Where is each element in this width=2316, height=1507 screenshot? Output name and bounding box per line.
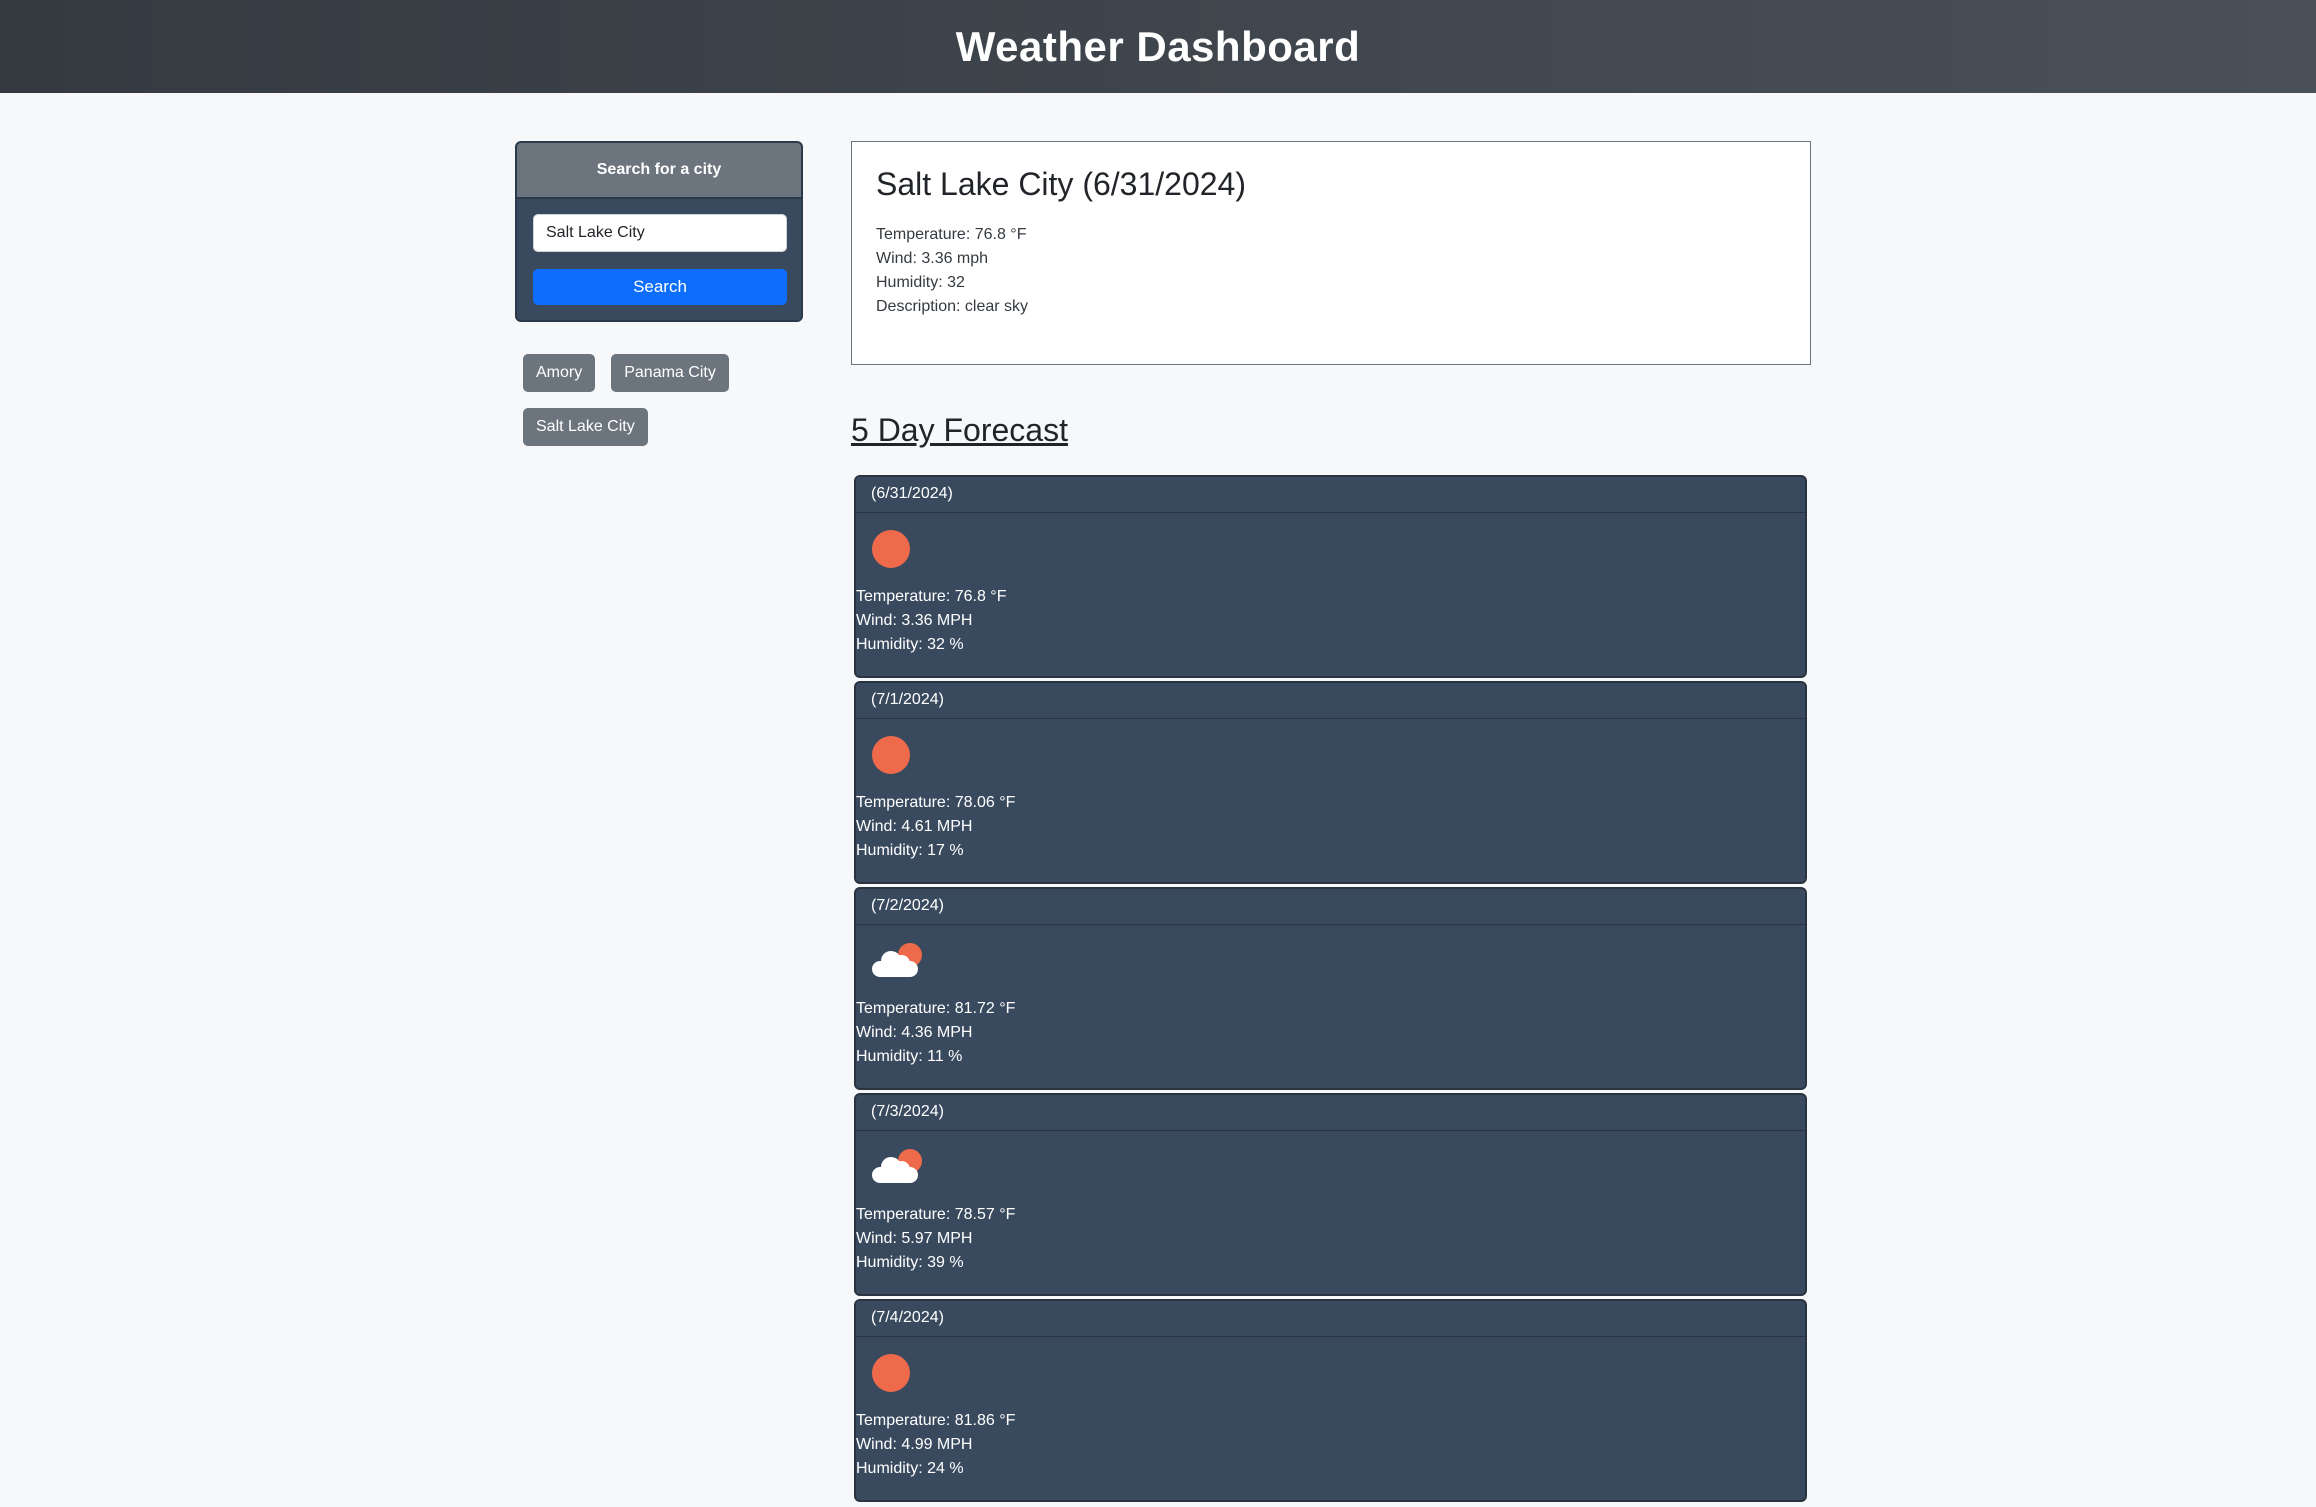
forecast-humidity: Humidity: 32 % xyxy=(856,636,964,653)
search-button[interactable]: Search xyxy=(533,269,787,305)
search-card-title: Search for a city xyxy=(517,143,801,199)
search-history: Amory Panama City Salt Lake City xyxy=(515,354,803,446)
forecast-wind: Wind: 4.36 MPH xyxy=(856,1024,973,1041)
forecast-date: (7/4/2024) xyxy=(856,1301,1805,1337)
forecast-title: 5 Day Forecast xyxy=(851,412,1068,448)
current-wind: Wind: 3.36 mph xyxy=(876,250,989,267)
sun-icon xyxy=(872,530,910,568)
forecast-humidity: Humidity: 24 % xyxy=(856,1460,964,1477)
forecast-date: (7/1/2024) xyxy=(856,683,1805,719)
forecast-day-card: (7/3/2024) Temperature: 78.57 °F Wind: 5… xyxy=(854,1093,1807,1296)
sidebar: Search for a city Search Amory Panama Ci… xyxy=(515,141,803,446)
weather-icon-wrap xyxy=(856,1337,1805,1409)
forecast-wind: Wind: 5.97 MPH xyxy=(856,1230,973,1247)
forecast-day-card: (7/4/2024) Temperature: 81.86 °F Wind: 4… xyxy=(854,1299,1807,1502)
history-city-button[interactable]: Amory xyxy=(523,354,596,392)
weather-icon-wrap xyxy=(856,513,1805,585)
forecast-temperature: Temperature: 78.57 °F xyxy=(856,1206,1016,1223)
forecast-day-card: (7/1/2024) Temperature: 78.06 °F Wind: 4… xyxy=(854,681,1807,884)
current-humidity: Humidity: 32 xyxy=(876,274,965,291)
current-weather-card: Salt Lake City (6/31/2024) Temperature: … xyxy=(851,141,1811,365)
forecast-details: Temperature: 78.57 °F Wind: 5.97 MPH Hum… xyxy=(856,1203,1805,1275)
forecast-wind: Wind: 3.36 MPH xyxy=(856,612,973,629)
forecast-temperature: Temperature: 81.86 °F xyxy=(856,1412,1016,1429)
forecast-wind: Wind: 4.61 MPH xyxy=(856,818,973,835)
forecast-humidity: Humidity: 17 % xyxy=(856,842,964,859)
sun-icon xyxy=(872,1354,910,1392)
forecast-list: (6/31/2024) Temperature: 76.8 °F Wind: 3… xyxy=(854,475,1807,1505)
weather-icon-wrap xyxy=(856,719,1805,791)
search-card: Search for a city Search xyxy=(515,141,803,322)
current-description: Description: clear sky xyxy=(876,298,1029,315)
forecast-temperature: Temperature: 76.8 °F xyxy=(856,588,1007,605)
forecast-temperature: Temperature: 81.72 °F xyxy=(856,1000,1016,1017)
history-city-button[interactable]: Salt Lake City xyxy=(523,408,648,446)
partly-cloudy-icon xyxy=(872,941,922,981)
app-title: Weather Dashboard xyxy=(955,22,1361,70)
forecast-date: (7/2/2024) xyxy=(856,889,1805,925)
forecast-date: (6/31/2024) xyxy=(856,477,1805,513)
forecast-day-card: (7/2/2024) Temperature: 81.72 °F Wind: 4… xyxy=(854,887,1807,1090)
city-search-input[interactable] xyxy=(533,214,787,252)
current-temperature: Temperature: 76.8 °F xyxy=(876,226,1027,243)
app-header: Weather Dashboard xyxy=(0,0,2316,93)
forecast-humidity: Humidity: 11 % xyxy=(856,1048,963,1065)
weather-icon-wrap xyxy=(856,925,1805,997)
partly-cloudy-icon xyxy=(872,1147,922,1187)
forecast-details: Temperature: 81.72 °F Wind: 4.36 MPH Hum… xyxy=(856,997,1805,1069)
forecast-day-card: (6/31/2024) Temperature: 76.8 °F Wind: 3… xyxy=(854,475,1807,678)
history-city-button[interactable]: Panama City xyxy=(611,354,729,392)
forecast-details: Temperature: 78.06 °F Wind: 4.61 MPH Hum… xyxy=(856,791,1805,863)
forecast-details: Temperature: 76.8 °F Wind: 3.36 MPH Humi… xyxy=(856,585,1805,657)
weather-icon-wrap xyxy=(856,1131,1805,1203)
forecast-wind: Wind: 4.99 MPH xyxy=(856,1436,973,1453)
forecast-details: Temperature: 81.86 °F Wind: 4.99 MPH Hum… xyxy=(856,1409,1805,1481)
forecast-temperature: Temperature: 78.06 °F xyxy=(856,794,1016,811)
forecast-humidity: Humidity: 39 % xyxy=(856,1254,964,1271)
forecast-date: (7/3/2024) xyxy=(856,1095,1805,1131)
sun-icon xyxy=(872,736,910,774)
current-city-title: Salt Lake City (6/31/2024) xyxy=(876,166,1246,202)
